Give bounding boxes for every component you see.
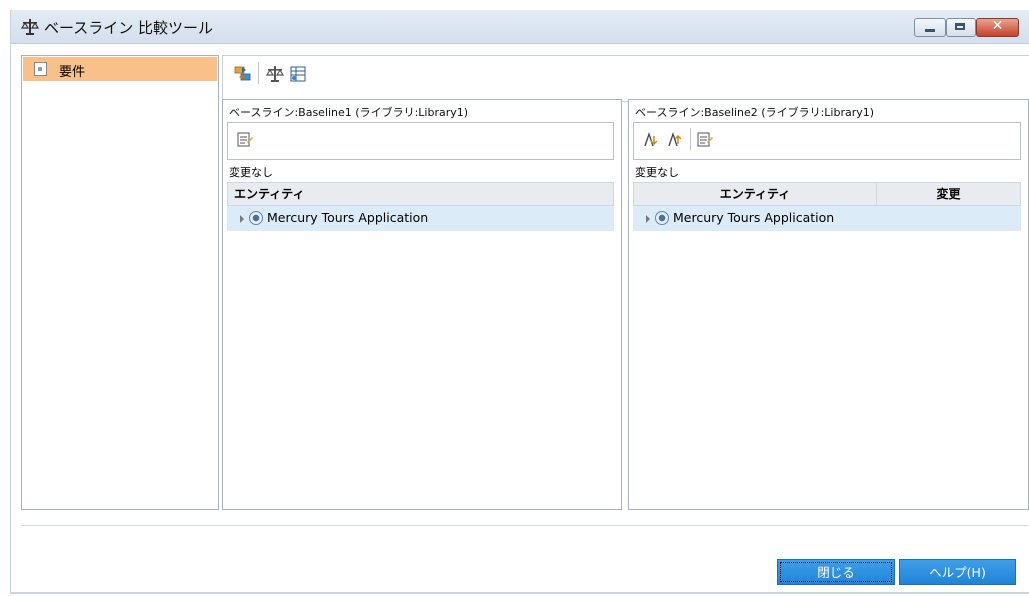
maximize-icon [955,23,965,30]
column-header-entity[interactable]: エンティティ [634,183,876,205]
column-header-change[interactable]: 変更 [877,183,1020,205]
details-icon[interactable] [696,131,714,149]
close-window-button[interactable]: ✕ [976,18,1019,37]
application-node-icon [249,211,263,225]
scale-icon [21,19,39,35]
scale-icon[interactable] [266,65,284,83]
sidebar-item-requirements[interactable]: 要件 [23,57,217,81]
baseline2-grid-header: エンティティ 変更 [633,182,1021,206]
window-bottom-border [11,592,1029,594]
main-toolbar [222,55,1029,102]
table-row[interactable]: Mercury Tours Application [227,206,614,231]
entity-label: Mercury Tours Application [267,210,429,225]
maximize-button[interactable] [946,18,976,37]
baseline1-toolbar [227,122,614,160]
table-row[interactable]: Mercury Tours Application [633,206,1021,231]
expand-arrow-icon[interactable] [646,215,650,223]
close-icon: ✕ [991,18,1004,34]
expand-arrow-icon[interactable] [240,215,244,223]
close-button[interactable]: 閉じる [777,559,895,585]
help-button[interactable]: ヘルプ(H) [899,559,1016,585]
next-change-icon[interactable] [666,131,684,149]
toolbar-separator [690,128,691,150]
footer-divider [21,525,1028,526]
baseline1-status: 変更なし [229,166,273,179]
minimize-icon [925,29,935,32]
baseline2-status: 変更なし [635,166,679,179]
application-node-icon [655,211,669,225]
grid-settings-icon[interactable] [289,65,307,83]
baseline2-toolbar [633,122,1021,160]
compare-icon[interactable] [234,65,252,83]
baseline1-panel: ベースライン:Baseline1 (ライブラリ:Library1) 変更なし エ… [222,99,622,510]
sidebar-item-label: 要件 [59,65,86,80]
requirement-icon [34,62,47,76]
prev-change-icon[interactable] [642,131,660,149]
column-header-entity[interactable]: エンティティ [234,183,305,205]
window-title: ベースライン 比較ツール [44,19,214,37]
baseline1-title: ベースライン:Baseline1 (ライブラリ:Library1) [229,106,469,119]
title-bar[interactable]: ベースライン 比較ツール ✕ [11,10,1029,44]
baseline-compare-window: ベースライン 比較ツール ✕ 要件 ベースライン:Baseline1 (ライブラ… [10,10,1029,594]
baseline2-panel: ベースライン:Baseline2 (ライブラリ:Library1) 変更なし エ… [628,99,1029,510]
details-icon[interactable] [236,131,254,149]
baseline1-grid-header: エンティティ [227,182,614,206]
baseline2-title: ベースライン:Baseline2 (ライブラリ:Library1) [635,106,875,119]
module-list-panel: 要件 [21,55,219,510]
minimize-button[interactable] [914,18,946,37]
toolbar-separator [258,62,259,84]
entity-label: Mercury Tours Application [673,210,835,225]
